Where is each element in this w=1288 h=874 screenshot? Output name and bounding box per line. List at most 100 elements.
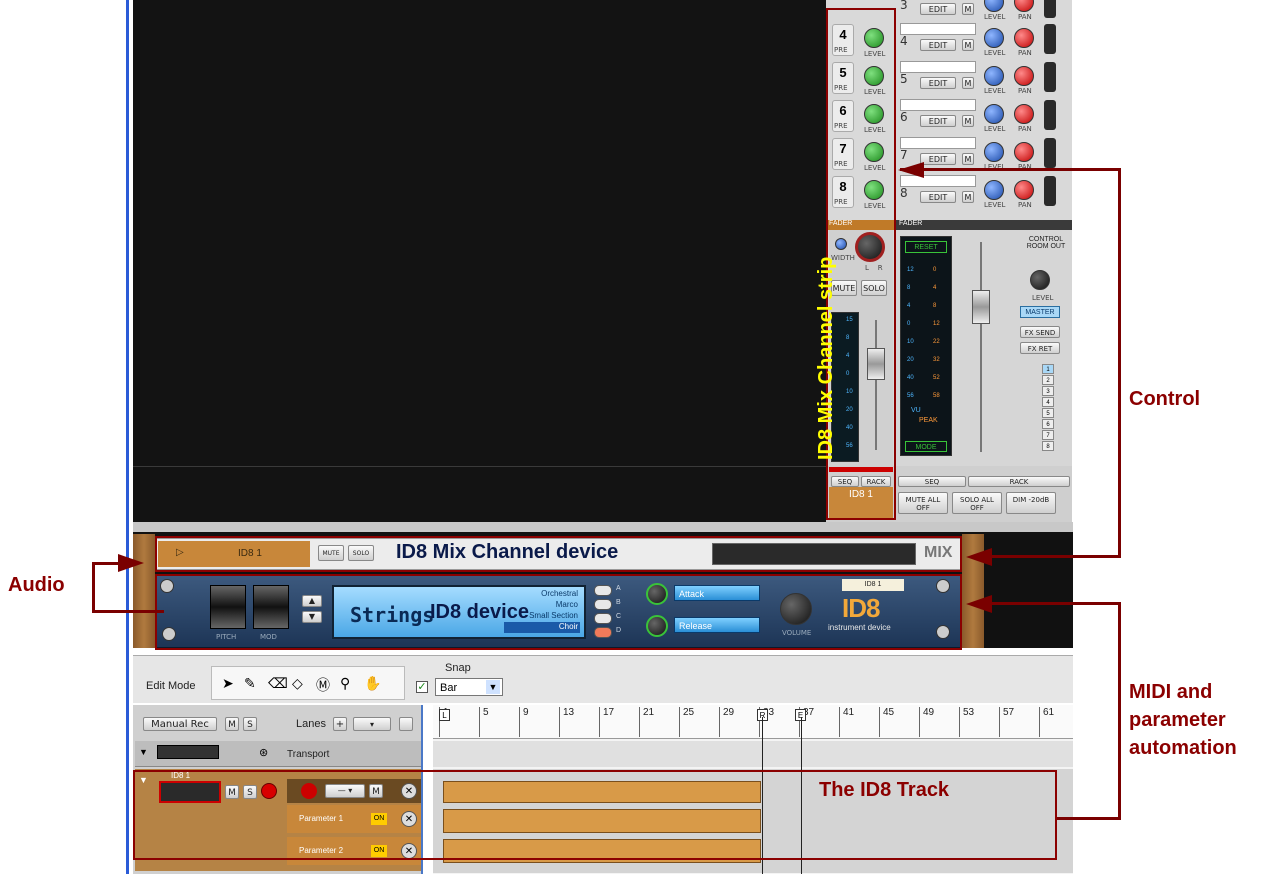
hand-tool-icon[interactable]: ✋ [364, 675, 381, 692]
splitter[interactable] [133, 522, 1073, 532]
level-knob[interactable] [984, 104, 1004, 124]
pan-label: PAN [1018, 201, 1032, 209]
snap-checkbox[interactable]: ✓ [416, 681, 428, 693]
master-button[interactable]: MASTER [1020, 306, 1060, 318]
reset-button[interactable]: RESET [905, 241, 947, 253]
solo-all-off-button[interactable]: SOLO ALL OFF [952, 492, 1002, 514]
edit-button[interactable]: EDIT [920, 3, 956, 15]
channel-name-field[interactable] [900, 23, 976, 35]
pan-knob[interactable] [1014, 142, 1034, 162]
mode-button[interactable]: MODE [905, 441, 947, 452]
global-mute-button[interactable]: M [225, 717, 239, 731]
eraser-tool-icon[interactable]: ⌫ [268, 675, 288, 692]
vu-tick: 0 [907, 321, 911, 327]
manual-rec-button[interactable]: Manual Rec [143, 717, 217, 731]
pencil-tool-icon[interactable]: ✎ [244, 675, 256, 692]
chevron-down-icon: ▼ [486, 680, 500, 694]
peak-tick: 0 [933, 267, 937, 273]
mute-button[interactable]: M [962, 153, 974, 165]
ruler-mark: 5 [479, 707, 489, 737]
left-locator[interactable]: L [439, 709, 450, 721]
fx-send-number[interactable]: 7 [1042, 430, 1054, 440]
transport-lane [433, 741, 1073, 767]
mute-button[interactable]: M [962, 77, 974, 89]
pan-knob[interactable] [1014, 0, 1034, 12]
master-rack-button[interactable]: RACK [968, 476, 1070, 487]
edit-mode-label: Edit Mode [146, 680, 196, 692]
fx-send-number[interactable]: 8 [1042, 441, 1054, 451]
fx-send-number[interactable]: 1 [1042, 364, 1054, 374]
razor-tool-icon[interactable]: ◇ [292, 675, 303, 692]
peak-tick: 22 [933, 339, 940, 345]
master-meter: RESET 12 8 4 0 10 20 40 56 0 4 8 12 22 32 52 58 VU PEA… [900, 236, 952, 456]
peak-tick: 4 [933, 285, 937, 291]
transport-label: Transport [287, 749, 330, 760]
fx-send-number[interactable]: 5 [1042, 408, 1054, 418]
level-label: LEVEL [984, 201, 1006, 209]
ruler-mark: 61 [1039, 707, 1054, 737]
channel-name-field[interactable] [900, 99, 976, 111]
mute-button[interactable]: M [962, 39, 974, 51]
mute-tool-icon[interactable]: Ⓜ [316, 675, 330, 695]
control-line-vertical [1118, 168, 1121, 558]
mix-device-highlight [155, 536, 962, 572]
pan-label: PAN [1018, 125, 1032, 133]
add-lane-button[interactable]: + [333, 717, 347, 731]
edit-button[interactable]: EDIT [920, 153, 956, 165]
control-line-top [900, 168, 1120, 171]
channel-name-field[interactable] [900, 61, 976, 73]
edit-button[interactable]: EDIT [920, 115, 956, 127]
peak-tick: 52 [933, 375, 940, 381]
edit-button[interactable]: EDIT [920, 39, 956, 51]
fx-send-number[interactable]: 2 [1042, 375, 1054, 385]
dim-button[interactable]: DIM -20dB [1006, 492, 1056, 514]
midi-line-vertical [1118, 602, 1121, 820]
fx-send-number[interactable]: 4 [1042, 397, 1054, 407]
channel-vu [1044, 24, 1056, 54]
pan-knob[interactable] [1014, 180, 1034, 200]
master-seq-button[interactable]: SEQ [898, 476, 966, 487]
sequencer-toolbar: Edit Mode ➤ ✎ ⌫ ◇ Ⓜ ⚲ ✋ Snap ✓ Bar ▼ [133, 655, 1073, 703]
vu-tick: 8 [907, 285, 911, 291]
transport-track[interactable]: ▼ ⊛ Transport [135, 741, 421, 767]
master-fader[interactable] [972, 290, 990, 324]
channel-vu [1044, 176, 1056, 206]
midi-line-bottom [1057, 817, 1121, 820]
vu-tick: 40 [907, 375, 914, 381]
arrow-left-icon [966, 595, 992, 613]
pan-knob[interactable] [1014, 28, 1034, 48]
mute-button[interactable]: M [962, 3, 974, 15]
edit-button[interactable]: EDIT [920, 191, 956, 203]
fold-icon[interactable]: ▼ [139, 747, 148, 757]
level-knob[interactable] [984, 0, 1004, 12]
level-knob[interactable] [984, 142, 1004, 162]
fx-send-number[interactable]: 6 [1042, 419, 1054, 429]
selector-tool-icon[interactable]: ➤ [222, 675, 234, 692]
global-solo-button[interactable]: S [243, 717, 257, 731]
level-knob[interactable] [984, 66, 1004, 86]
pan-knob[interactable] [1014, 104, 1034, 124]
channel-vu [1044, 100, 1056, 130]
fx-ret-button[interactable]: FX RET [1020, 342, 1060, 354]
rack-area [133, 0, 826, 522]
mute-all-off-button[interactable]: MUTE ALL OFF [898, 492, 948, 514]
ruler-mark: 49 [919, 707, 934, 737]
fx-send-button[interactable]: FX SEND [1020, 326, 1060, 338]
vu-tick: 56 [907, 393, 914, 399]
channel-name-field[interactable] [900, 137, 976, 149]
level-knob[interactable] [984, 28, 1004, 48]
vu-tick: 12 [907, 267, 914, 273]
mute-button[interactable]: M [962, 191, 974, 203]
ruler-mark: 57 [999, 707, 1014, 737]
lane-option-button[interactable] [399, 717, 413, 731]
fx-send-number[interactable]: 3 [1042, 386, 1054, 396]
mute-button[interactable]: M [962, 115, 974, 127]
pan-knob[interactable] [1014, 66, 1034, 86]
lane-type-select[interactable]: ▾ [353, 717, 391, 731]
snap-label: Snap [445, 662, 471, 674]
edit-button[interactable]: EDIT [920, 77, 956, 89]
magnify-tool-icon[interactable]: ⚲ [340, 675, 350, 692]
snap-select[interactable]: Bar ▼ [435, 678, 503, 696]
level-knob[interactable] [984, 180, 1004, 200]
control-room-knob[interactable] [1030, 270, 1050, 290]
